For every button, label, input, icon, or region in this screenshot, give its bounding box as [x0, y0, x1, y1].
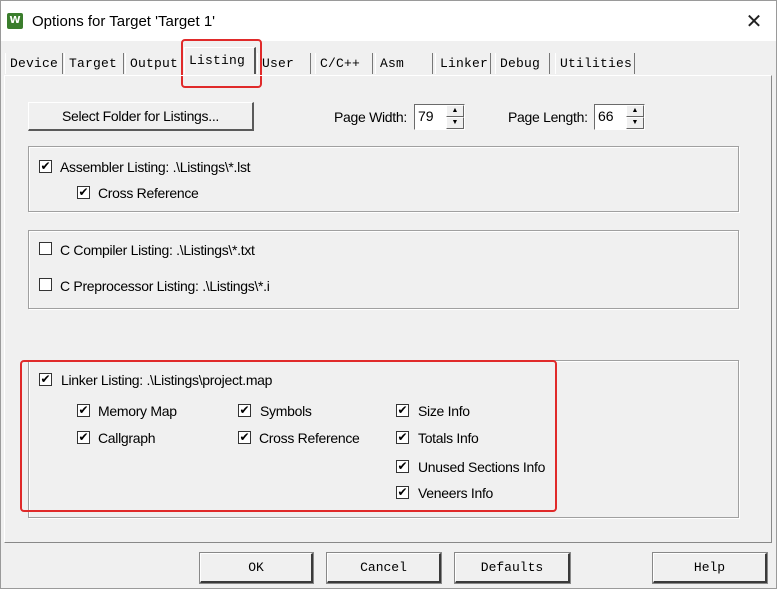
asm-cross-reference-label: Cross Reference	[98, 185, 199, 201]
memory-map-checkbox[interactable]: ✔	[77, 404, 90, 417]
help-button[interactable]: Help	[652, 552, 768, 584]
spin-down-icon[interactable]: ▼	[626, 117, 644, 129]
spin-up-icon[interactable]: ▲	[626, 105, 644, 117]
unused-sections-info-checkbox[interactable]: ✔	[396, 460, 409, 473]
c-preprocessor-listing-label: C Preprocessor Listing: .\Listings\*.i	[60, 278, 270, 294]
title-bar: W Options for Target 'Target 1' ✕	[1, 1, 776, 41]
app-icon: W	[7, 13, 23, 29]
ok-button[interactable]: OK	[199, 552, 314, 584]
tab-user[interactable]: User	[257, 53, 311, 74]
page-width-spinner[interactable]: 79 ▲ ▼	[414, 104, 465, 130]
tab-asm[interactable]: Asm	[375, 53, 433, 74]
memory-map-label: Memory Map	[98, 403, 177, 419]
c-compiler-listing-checkbox[interactable]	[39, 242, 52, 255]
tab-utilities[interactable]: Utilities	[555, 53, 635, 74]
size-info-label: Size Info	[418, 403, 470, 419]
assembler-listing-label: Assembler Listing: .\Listings\*.lst	[60, 159, 251, 175]
unused-sections-info-label: Unused Sections Info	[418, 459, 546, 475]
symbols-label: Symbols	[260, 403, 312, 419]
close-icon[interactable]: ✕	[743, 11, 765, 33]
defaults-button[interactable]: Defaults	[454, 552, 571, 584]
options-dialog: W Options for Target 'Target 1' ✕ Device…	[0, 0, 777, 589]
callgraph-label: Callgraph	[98, 430, 156, 446]
tab-listing[interactable]: Listing	[184, 47, 256, 74]
assembler-listing-group	[28, 146, 739, 212]
tab-target[interactable]: Target	[64, 53, 124, 74]
tab-device[interactable]: Device	[5, 53, 63, 74]
select-folder-button[interactable]: Select Folder for Listings...	[28, 102, 254, 131]
veneers-info-label: Veneers Info	[418, 485, 494, 501]
callgraph-checkbox[interactable]: ✔	[77, 431, 90, 444]
page-width-value[interactable]: 79	[418, 108, 434, 124]
tab-c-cpp[interactable]: C/C++	[315, 53, 373, 74]
symbols-checkbox[interactable]: ✔	[238, 404, 251, 417]
linker-listing-label: Linker Listing: .\Listings\project.map	[61, 372, 273, 388]
page-length-spinner[interactable]: 66 ▲ ▼	[594, 104, 645, 130]
window-title: Options for Target 'Target 1'	[32, 13, 216, 30]
tab-debug[interactable]: Debug	[495, 53, 550, 74]
asm-cross-reference-checkbox[interactable]: ✔	[77, 186, 90, 199]
totals-info-label: Totals Info	[418, 430, 479, 446]
spin-up-icon[interactable]: ▲	[446, 105, 464, 117]
c-preprocessor-listing-checkbox[interactable]	[39, 278, 52, 291]
c-compiler-listing-label: C Compiler Listing: .\Listings\*.txt	[60, 242, 255, 258]
cancel-button[interactable]: Cancel	[326, 552, 442, 584]
veneers-info-checkbox[interactable]: ✔	[396, 486, 409, 499]
page-length-label: Page Length:	[508, 109, 588, 125]
totals-info-checkbox[interactable]: ✔	[396, 431, 409, 444]
assembler-listing-checkbox[interactable]: ✔	[39, 160, 52, 173]
tab-output[interactable]: Output	[125, 53, 182, 74]
linker-cross-reference-label: Cross Reference	[259, 430, 360, 446]
linker-cross-reference-checkbox[interactable]: ✔	[238, 431, 251, 444]
spin-down-icon[interactable]: ▼	[446, 117, 464, 129]
tab-linker[interactable]: Linker	[435, 53, 491, 74]
size-info-checkbox[interactable]: ✔	[396, 404, 409, 417]
page-width-label: Page Width:	[334, 109, 407, 125]
linker-listing-checkbox[interactable]: ✔	[39, 373, 52, 386]
page-length-value[interactable]: 66	[598, 108, 614, 124]
